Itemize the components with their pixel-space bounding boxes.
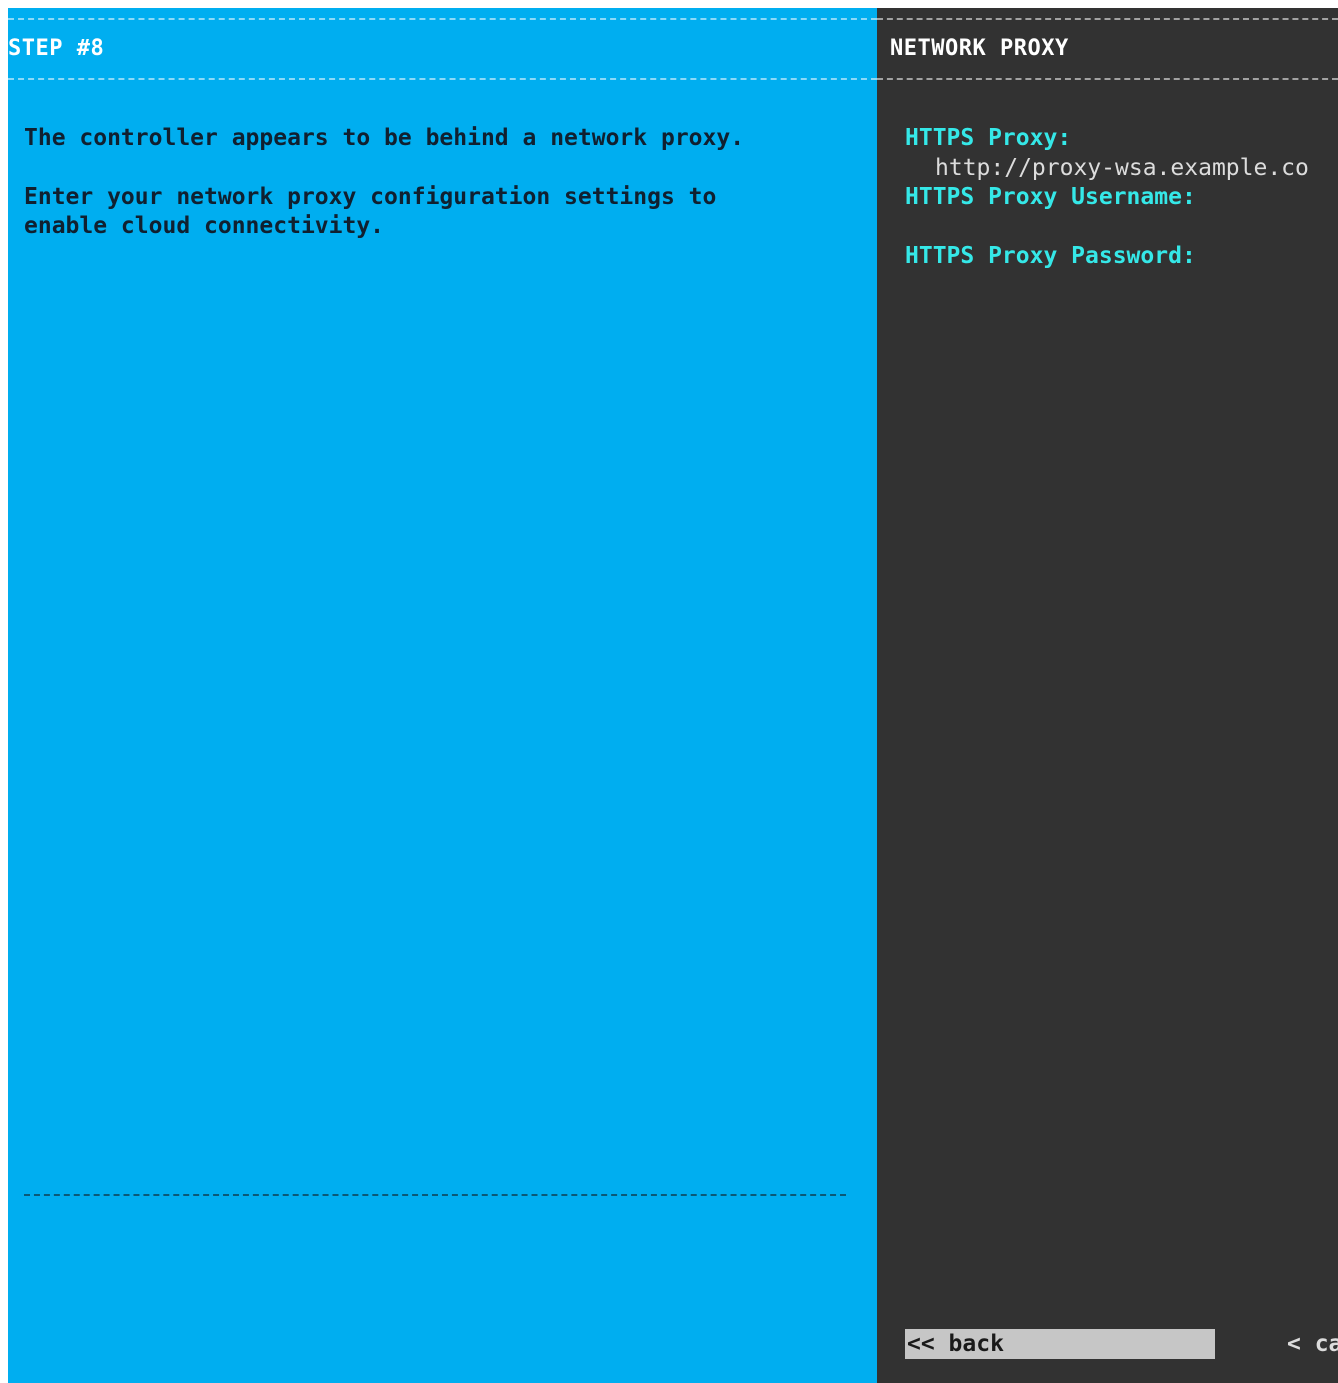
step-panel: STEP #8 The controller appears to be beh… bbox=[8, 8, 877, 1383]
https-proxy-password-label: HTTPS Proxy Password: bbox=[905, 243, 1196, 269]
https-proxy-input[interactable]: http://proxy-wsa.example.co bbox=[935, 154, 1309, 183]
network-proxy-panel: NETWORK PROXY HTTPS Proxy: http://proxy-… bbox=[877, 8, 1338, 1383]
https-proxy-password-input[interactable] bbox=[935, 272, 1315, 298]
top-divider bbox=[8, 18, 877, 20]
instruction-line-2: enable cloud connectivity. bbox=[24, 213, 385, 239]
installer-screen: STEP #8 The controller appears to be beh… bbox=[8, 8, 1338, 1383]
title-divider bbox=[8, 78, 877, 80]
back-button[interactable]: << back bbox=[905, 1329, 1215, 1359]
https-proxy-username-label: HTTPS Proxy Username: bbox=[905, 184, 1196, 210]
step-title: STEP #8 bbox=[8, 36, 105, 61]
title-divider bbox=[877, 78, 1338, 80]
cancel-button[interactable]: < ca bbox=[1287, 1329, 1338, 1359]
https-proxy-label: HTTPS Proxy: bbox=[905, 125, 1072, 151]
instruction-line-1: Enter your network proxy configuration s… bbox=[24, 184, 717, 210]
proxy-detected-message: The controller appears to be behind a ne… bbox=[24, 125, 745, 151]
top-divider bbox=[877, 18, 1338, 20]
network-proxy-title: NETWORK PROXY bbox=[890, 36, 1069, 61]
bottom-divider bbox=[24, 1194, 846, 1196]
https-proxy-username-input[interactable] bbox=[935, 213, 1315, 239]
